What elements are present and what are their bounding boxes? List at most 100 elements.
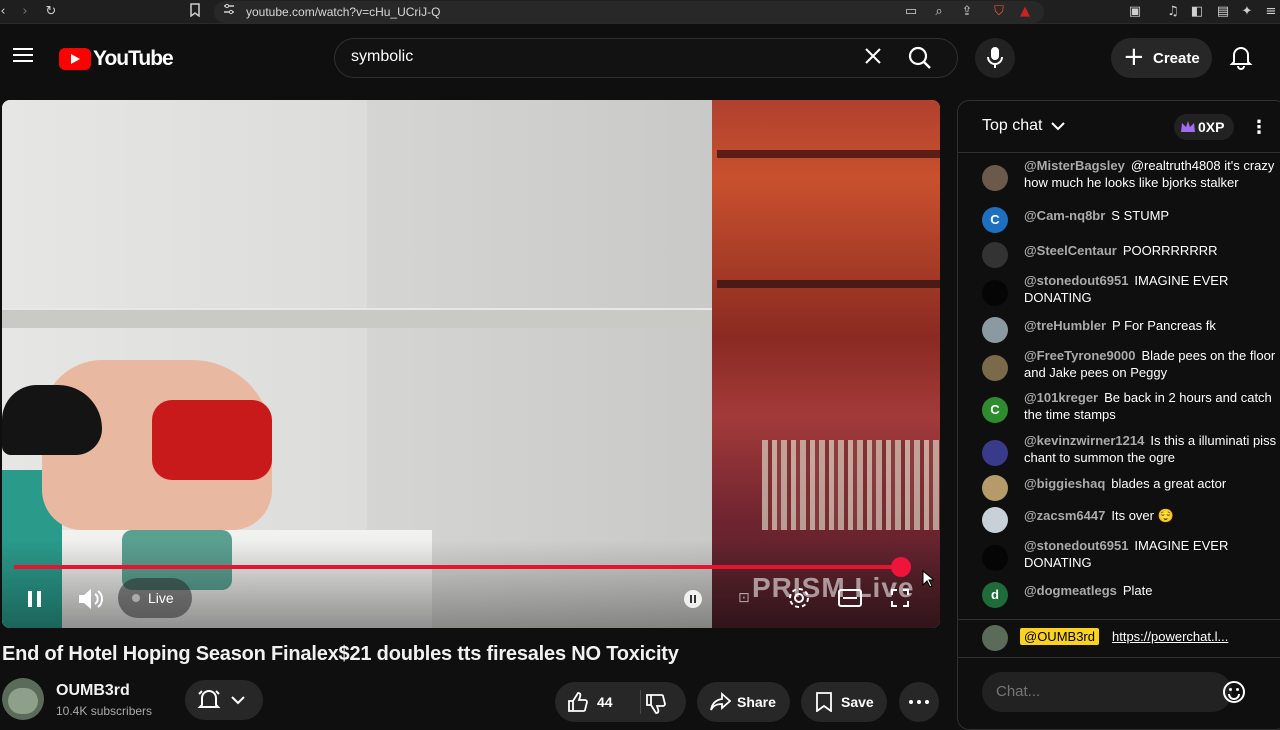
chat-author[interactable]: @101kreger (1024, 390, 1098, 405)
cast-icon[interactable]: ▭ (902, 3, 920, 21)
share-label: Share (737, 694, 776, 710)
chat-author[interactable]: @MisterBagsley (1024, 158, 1125, 173)
chat-author[interactable]: @zacsm6447 (1024, 508, 1105, 523)
chat-author[interactable]: @dogmeatlegs (1024, 583, 1117, 598)
chat-avatar[interactable]: d (982, 582, 1008, 608)
forward-icon[interactable]: › (16, 3, 34, 21)
video-title: End of Hotel Hoping Season Finalex$21 do… (2, 643, 679, 665)
chat-author[interactable]: @SteelCentaur (1024, 243, 1117, 258)
chat-avatar[interactable] (982, 280, 1008, 306)
notifications-icon[interactable] (1228, 44, 1256, 72)
wallet-icon[interactable]: ▤ (1214, 3, 1232, 21)
chat-author[interactable]: @biggieshaq (1024, 476, 1105, 491)
like-icon[interactable] (567, 691, 589, 718)
reload-icon[interactable]: ↻ (42, 3, 60, 21)
dislike-icon[interactable] (645, 693, 667, 720)
channel-name[interactable]: OUMB3rd (56, 682, 130, 700)
bookmark-icon[interactable] (186, 3, 204, 21)
pinned-author: @OUMB3rd (1020, 628, 1099, 645)
chat-avatar[interactable] (982, 242, 1008, 268)
subtitles-icon[interactable]: ⊡ (738, 590, 750, 606)
pause-icon[interactable] (24, 588, 46, 615)
menu-icon[interactable]: ≡ (1262, 3, 1280, 21)
chat-author[interactable]: @treHumbler (1024, 318, 1106, 333)
chat-message-body: @dogmeatlegs Plate (1024, 582, 1280, 599)
chat-avatar[interactable] (982, 545, 1008, 571)
volume-icon[interactable] (76, 586, 104, 617)
chat-input[interactable] (982, 672, 1232, 712)
share-button[interactable]: Share (697, 682, 790, 722)
chat-text: P For Pancreas fk (1112, 318, 1216, 333)
chat-text: blades a great actor (1111, 476, 1227, 491)
settings-icon[interactable] (787, 586, 811, 615)
chat-author[interactable]: @Cam-nq8br (1024, 208, 1105, 223)
bell-icon (197, 690, 221, 708)
theater-mode-icon[interactable] (838, 588, 862, 613)
chat-author[interactable]: @FreeTyrone9000 (1024, 348, 1135, 363)
voice-search-button[interactable] (975, 38, 1015, 78)
browser-toolbar: ‹ › ↻ youtube.com/watch?v=cHu_UCriJ-Q ▭ … (0, 0, 1280, 24)
chat-avatar[interactable] (982, 440, 1008, 466)
share-page-icon[interactable]: ⇪ (958, 3, 976, 21)
leo-icon[interactable]: ✦ (1238, 3, 1256, 21)
logo-text: YouTube (93, 47, 174, 70)
chat-author[interactable]: @kevinzwirner1214 (1024, 433, 1144, 448)
like-separator (640, 690, 641, 714)
chat-author[interactable]: @stonedout6951 (1024, 538, 1128, 553)
media-icon[interactable]: ♫ (1164, 3, 1182, 21)
chat-mode-selector[interactable]: Top chat (982, 117, 1065, 135)
chat-message-body: @MisterBagsley @realtruth4808 it's crazy … (1024, 157, 1280, 191)
save-icon (816, 692, 832, 712)
search-icon[interactable] (907, 45, 947, 73)
progress-bar[interactable] (14, 565, 902, 569)
pinned-message[interactable]: @OUMB3rd https://powerchat.l... (958, 619, 1280, 655)
live-chat-panel: Top chat 0XP ⋮ @MisterBagsley @realtruth4… (957, 100, 1280, 730)
channel-avatar[interactable] (2, 678, 44, 720)
chat-message-body: @treHumbler P For Pancreas fk (1024, 317, 1280, 334)
chat-avatar[interactable]: C (982, 397, 1008, 423)
autoplay-toggle-icon[interactable] (684, 590, 702, 608)
brave-shield-icon[interactable]: ⛉ (990, 3, 1008, 21)
video-frame-rail (2, 308, 713, 328)
back-icon[interactable]: ‹ (0, 3, 12, 21)
chat-avatar[interactable] (982, 165, 1008, 191)
address-bar[interactable]: youtube.com/watch?v=cHu_UCriJ-Q ▭ ⌕ ⇪ ⛉ … (214, 1, 1044, 23)
masthead: YouTube symbolic + Create (0, 24, 1280, 94)
chat-text: Plate (1122, 583, 1153, 598)
chat-text: POORRRRRRR (1122, 243, 1218, 258)
live-button[interactable]: Live (118, 578, 192, 618)
brave-rewards-icon[interactable]: ▲ (1016, 3, 1034, 21)
video-frame-shelf (717, 150, 940, 158)
youtube-play-icon (59, 48, 91, 70)
emoji-icon[interactable] (1222, 680, 1246, 704)
video-player[interactable] (2, 100, 940, 628)
extensions-icon[interactable]: ▣ (1126, 3, 1144, 21)
pinned-link[interactable]: https://powerchat.l... (1112, 629, 1228, 644)
live-label: Live (148, 590, 174, 606)
zoom-icon[interactable]: ⌕ (930, 3, 948, 21)
clear-search-icon[interactable] (863, 46, 883, 72)
notification-preferences-button[interactable] (185, 680, 263, 720)
xp-badge[interactable]: 0XP (1174, 114, 1234, 140)
fullscreen-icon[interactable] (890, 588, 910, 613)
create-button[interactable]: + Create (1111, 38, 1212, 78)
share-icon (710, 692, 731, 711)
chat-avatar[interactable] (982, 507, 1008, 533)
chat-more-icon[interactable]: ⋮ (1250, 117, 1268, 138)
search-box[interactable]: symbolic (334, 38, 958, 78)
more-actions-button[interactable] (899, 682, 939, 722)
chat-avatar[interactable] (982, 475, 1008, 501)
create-label: Create (1153, 50, 1200, 67)
like-count[interactable]: 44 (597, 694, 613, 710)
chat-author[interactable]: @stonedout6951 (1024, 273, 1128, 288)
search-input[interactable]: symbolic (351, 48, 413, 66)
site-info-icon[interactable] (220, 3, 238, 21)
chat-avatar[interactable]: C (982, 207, 1008, 233)
url-text[interactable]: youtube.com/watch?v=cHu_UCriJ-Q (246, 5, 440, 19)
chat-avatar[interactable] (982, 317, 1008, 343)
sidebar-icon[interactable]: ◧ (1188, 3, 1206, 21)
chat-avatar[interactable] (982, 355, 1008, 381)
guide-menu-icon[interactable] (10, 44, 36, 70)
save-button[interactable]: Save (801, 682, 887, 722)
pinned-avatar (982, 625, 1008, 651)
